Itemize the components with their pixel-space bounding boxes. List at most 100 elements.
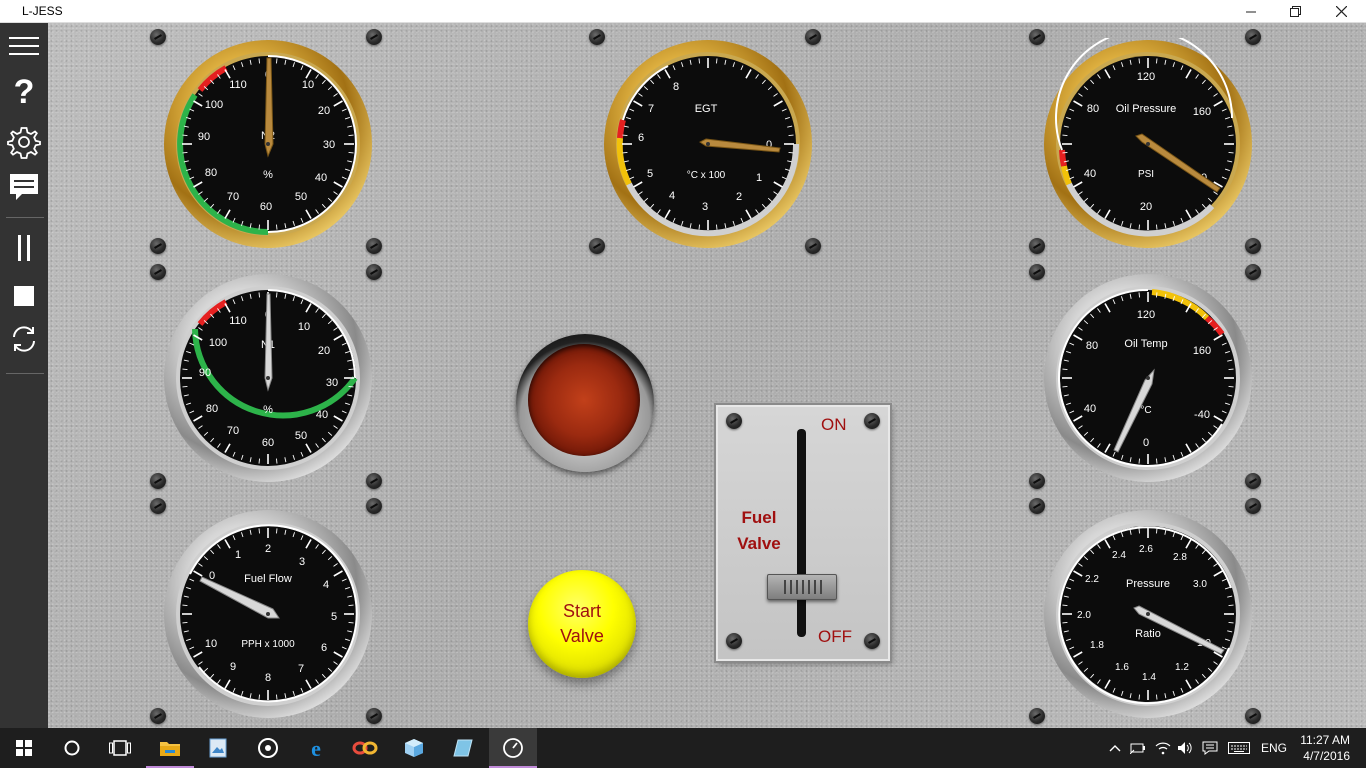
settings-button[interactable]: [0, 119, 48, 165]
fuel-flow-tick-2: 2: [265, 543, 271, 555]
reset-icon: [13, 326, 35, 352]
edge-button[interactable]: e: [292, 728, 340, 768]
dial-tick: [348, 386, 354, 388]
fuel-valve-slider-handle[interactable]: [767, 574, 837, 600]
n1-gauge: 0 10 20 30 40 50 60 70 80 90 100 110 N1 …: [162, 272, 374, 484]
start-valve-button[interactable]: Start Valve: [528, 570, 636, 678]
start-indicator-lens: [528, 344, 640, 456]
oil-temp-tick-160: 160: [1193, 345, 1211, 357]
fuel-flow-tick-7: 7: [298, 663, 304, 675]
restore-button[interactable]: [1272, 0, 1318, 23]
photos-app-button[interactable]: [194, 728, 242, 768]
dial-tick: [1228, 368, 1234, 370]
l-jess-app-button[interactable]: [489, 728, 537, 768]
fuel-flow-tick-5: 5: [331, 611, 337, 623]
screw: [150, 708, 166, 724]
oil-temp-unit: °C: [1140, 405, 1151, 416]
input-language-indicator[interactable]: ENG: [1261, 741, 1287, 755]
n1-tick-60: 60: [262, 437, 274, 449]
screw: [150, 29, 166, 45]
chevron-up-icon: [1109, 745, 1121, 752]
title-bar: L-JESS: [0, 0, 1366, 23]
egt-tick-8: 8: [673, 81, 679, 93]
n2-tick-20: 20: [318, 105, 330, 117]
egt-tick-3: 3: [702, 201, 708, 213]
pause-icon: [18, 235, 30, 261]
dial-tick: [1156, 292, 1158, 298]
dial-tick: [348, 622, 354, 624]
n2-tick-30: 30: [323, 139, 335, 151]
n2-tick-90: 90: [198, 131, 210, 143]
dial-tick: [182, 134, 188, 136]
touch-keyboard-button[interactable]: [1228, 740, 1250, 756]
n1-tick-40: 40: [316, 409, 328, 421]
pr-tick-1-6: 1.6: [1115, 662, 1129, 673]
dial-tick: [182, 622, 188, 624]
glass-app-icon: [453, 739, 473, 757]
battery-icon: [1130, 743, 1145, 754]
action-center-button[interactable]: [1202, 740, 1218, 756]
screw: [1029, 473, 1045, 489]
minimize-icon: [1246, 11, 1256, 12]
volume-tray-button[interactable]: [1177, 740, 1193, 756]
n1-tick-100: 100: [209, 337, 227, 349]
pr-tick-1-4: 1.4: [1142, 672, 1156, 683]
task-view-icon: [109, 740, 131, 756]
sidebar-divider: [6, 373, 44, 374]
pr-tick-2-4: 2.4: [1112, 550, 1126, 561]
hamburger-menu-button[interactable]: [0, 23, 48, 69]
infinity-app-button[interactable]: [341, 728, 389, 768]
dial-tick: [1228, 604, 1234, 606]
glass-app-button[interactable]: [439, 728, 487, 768]
dial-tick: [1138, 458, 1140, 464]
needle-hub: [266, 376, 270, 380]
dial-tick: [788, 152, 794, 154]
dial-tick: [182, 152, 188, 154]
reset-button[interactable]: [0, 316, 48, 362]
infinity-app-icon: [352, 741, 378, 755]
dial-tick: [1228, 134, 1234, 136]
screw: [805, 238, 821, 254]
oil-temp-tick-0: 0: [1143, 437, 1149, 449]
oil-temp-tick-80: 80: [1086, 340, 1098, 352]
stop-button[interactable]: [0, 273, 48, 319]
dial-tick: [698, 58, 700, 64]
n2-tick-70: 70: [227, 191, 239, 203]
battery-tray-button[interactable]: [1130, 740, 1146, 756]
dial-tick: [276, 58, 278, 64]
pause-button[interactable]: [0, 225, 48, 271]
file-explorer-button[interactable]: [146, 728, 194, 768]
dial-tick: [1156, 694, 1158, 700]
show-hidden-icons-button[interactable]: [1107, 740, 1123, 756]
start-button[interactable]: [0, 728, 48, 768]
dial-tick: [258, 458, 260, 464]
notification-icon: [1202, 741, 1218, 755]
cortana-icon: [64, 740, 80, 756]
egt-gauge: 0 1 2 3 4 5 6 7 8 EGT °C x 100: [602, 38, 814, 250]
close-icon: [1335, 6, 1347, 17]
close-button[interactable]: [1318, 0, 1364, 23]
fuel-flow-tick-9: 9: [230, 661, 236, 673]
groove-music-button[interactable]: [244, 728, 292, 768]
volume-icon: [1178, 742, 1192, 754]
taskbar-clock[interactable]: 11:27 AM 4/7/2016: [1300, 732, 1350, 764]
n1-gauge-dial: 0 10 20 30 40 50 60 70 80 90 100 110 N1 …: [164, 274, 372, 482]
oil-pressure-tick-20: 20: [1140, 201, 1152, 213]
help-button[interactable]: ?: [0, 69, 48, 115]
dial-tick: [348, 134, 354, 136]
stop-icon: [14, 286, 34, 306]
screw: [366, 708, 382, 724]
minimize-button[interactable]: [1228, 0, 1274, 23]
task-view-button[interactable]: [96, 728, 144, 768]
fuel-flow-tick-4: 4: [323, 579, 329, 591]
fuel-flow-tick-10: 10: [205, 638, 217, 650]
pressure-ratio-title: Pressure: [1126, 578, 1170, 590]
cortana-button[interactable]: [48, 728, 96, 768]
messages-button[interactable]: [0, 164, 48, 210]
screw: [1029, 498, 1045, 514]
n1-tick-10: 10: [298, 321, 310, 333]
screw: [1029, 708, 1045, 724]
3d-cube-app-button[interactable]: [390, 728, 438, 768]
network-tray-button[interactable]: [1155, 740, 1171, 756]
needle-hub: [1146, 142, 1150, 146]
